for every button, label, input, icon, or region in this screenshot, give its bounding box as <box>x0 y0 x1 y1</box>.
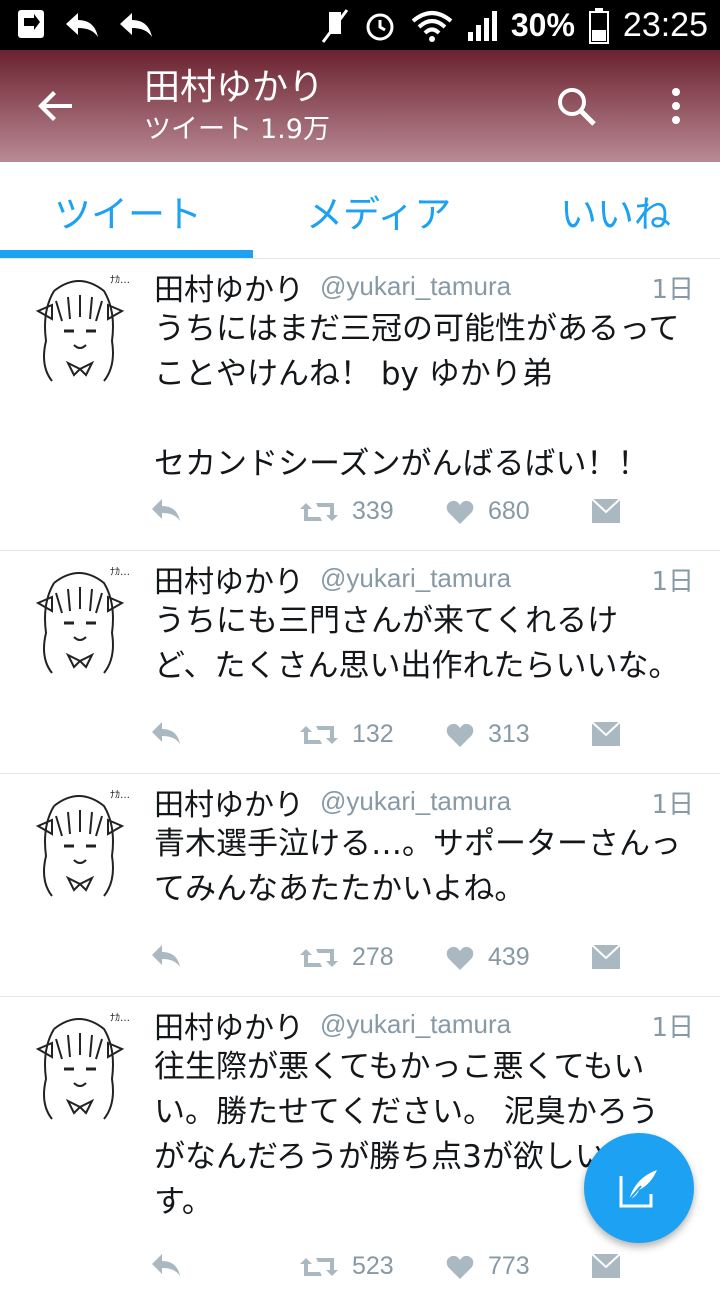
retweet-count: 523 <box>352 1252 394 1280</box>
more-vert-icon[interactable] <box>658 82 694 130</box>
reply-button[interactable] <box>150 943 182 969</box>
retweet-button[interactable]: 339 <box>300 497 394 526</box>
heart-icon <box>446 946 474 970</box>
like-count: 313 <box>488 720 530 748</box>
tab-tweets[interactable]: ツイート <box>54 184 202 238</box>
app-bar: 田村ゆかり ツイート 1.9万 <box>0 50 720 162</box>
retweet-count: 132 <box>352 720 394 748</box>
tweet-author-handle[interactable]: @yukari_tamura <box>320 271 511 302</box>
retweet-count: 278 <box>352 943 394 971</box>
reply-button[interactable] <box>150 720 182 746</box>
reply-button[interactable] <box>150 497 182 523</box>
tweet-text: 青木選手泣ける…。サポーターさんっ てみんなあたたかいよね。 <box>154 826 681 907</box>
battery-icon <box>588 7 609 44</box>
tweet-text: うちにも三門さんが来てくれるけ ど、たくさん思い出作れたらいいな。 <box>154 603 680 684</box>
tweet-count-label: ツイート <box>144 114 252 145</box>
tab-bar: ツイート メディア いいね <box>0 162 720 259</box>
avatar[interactable]: ﾅｶ… <box>24 786 134 906</box>
compose-button[interactable] <box>584 1133 694 1243</box>
like-button[interactable]: 680 <box>446 497 530 526</box>
message-button[interactable] <box>590 1252 622 1280</box>
like-count: 680 <box>488 497 530 525</box>
clock: 23:25 <box>622 6 708 44</box>
retweet-button[interactable]: 278 <box>300 943 394 972</box>
tweet-count-value: 1.9万 <box>260 114 330 145</box>
heart-icon <box>446 1255 474 1279</box>
tweet-author-handle[interactable]: @yukari_tamura <box>320 786 511 817</box>
heart-icon <box>446 723 474 747</box>
tweet-author-name[interactable]: 田村ゆかり <box>154 265 304 309</box>
message-icon <box>591 944 621 969</box>
mute-icon <box>321 8 349 43</box>
tab-media[interactable]: メディア <box>306 184 451 238</box>
reply-icon <box>152 945 180 967</box>
svg-text:ﾅｶ…: ﾅｶ… <box>110 274 130 286</box>
retweet-icon <box>300 502 338 521</box>
tab-likes[interactable]: いいね <box>560 184 671 238</box>
tweet-item[interactable]: ﾅｶ… 田村ゆかり @yukari_tamura 1日 青木選手泣ける…。サポー… <box>0 774 720 997</box>
message-button[interactable] <box>590 497 622 525</box>
tweet-actions: 339 680 <box>150 497 630 537</box>
tweet-time: 1日 <box>651 567 694 597</box>
compose-icon <box>619 1170 657 1208</box>
message-icon <box>591 721 621 746</box>
retweet-icon <box>300 948 338 967</box>
tweet-item[interactable]: ﾅｶ… 田村ゆかり @yukari_tamura 1日 うちにも三門さんが来てく… <box>0 551 720 774</box>
reply-icon <box>152 1254 180 1276</box>
like-button[interactable]: 773 <box>446 1252 530 1281</box>
svg-text:ﾅｶ…: ﾅｶ… <box>110 566 130 578</box>
message-button[interactable] <box>590 720 622 748</box>
avatar[interactable]: ﾅｶ… <box>24 271 134 391</box>
tweet-author-name[interactable]: 田村ゆかり <box>154 557 304 601</box>
search-icon[interactable] <box>554 84 598 128</box>
tweet-author-name[interactable]: 田村ゆかり <box>154 1003 304 1047</box>
status-bar: 30% 23:25 <box>0 0 720 50</box>
tweet-author-handle[interactable]: @yukari_tamura <box>320 1009 511 1040</box>
tweet-count: ツイート 1.9万 <box>144 114 330 146</box>
tweet-item[interactable]: ﾅｶ… 田村ゆかり @yukari_tamura 1日 うちにはまだ三冠の可能性… <box>0 259 720 551</box>
active-tab-indicator <box>0 250 253 258</box>
like-count: 773 <box>488 1252 530 1280</box>
tweet-item[interactable]: ﾅｶ… 田村ゆかり @yukari_tamura 1日 往生際が悪くてもかっこ悪… <box>0 997 720 1280</box>
tweet-time: 1日 <box>651 275 694 305</box>
heart-icon <box>446 500 474 524</box>
tweet-text: うちにはまだ三冠の可能性があるって ことやけんね！ by ゆかり弟 セカンドシー… <box>154 311 680 482</box>
retweet-button[interactable]: 523 <box>300 1252 394 1281</box>
tweet-actions: 132 313 <box>150 720 630 760</box>
reply-button[interactable] <box>150 1252 182 1278</box>
tweet-time: 1日 <box>651 1013 694 1043</box>
reply-all-icon <box>66 13 98 37</box>
alarm-icon <box>366 13 394 40</box>
tweet-time: 1日 <box>651 790 694 820</box>
retweet-button[interactable]: 132 <box>300 720 394 749</box>
message-icon <box>591 1253 621 1278</box>
message-icon <box>591 498 621 523</box>
wifi-icon <box>411 10 453 42</box>
tweet-author-handle[interactable]: @yukari_tamura <box>320 563 511 594</box>
message-button[interactable] <box>590 943 622 971</box>
retweet-icon <box>300 1257 338 1276</box>
retweet-icon <box>300 725 338 744</box>
like-button[interactable]: 439 <box>446 943 530 972</box>
tweet-actions: 278 439 <box>150 943 630 983</box>
svg-text:ﾅｶ…: ﾅｶ… <box>110 1012 130 1024</box>
tweet-author-name[interactable]: 田村ゆかり <box>154 780 304 824</box>
like-button[interactable]: 313 <box>446 720 530 749</box>
retweet-count: 339 <box>352 497 394 525</box>
signal-icon <box>467 10 497 41</box>
battery-percent: 30% <box>510 7 575 43</box>
reply-icon-status <box>120 13 152 37</box>
avatar[interactable]: ﾅｶ… <box>24 1009 134 1129</box>
avatar[interactable]: ﾅｶ… <box>24 563 134 683</box>
reply-icon <box>152 722 180 744</box>
reply-icon <box>152 499 180 521</box>
screen-icon <box>18 10 44 38</box>
svg-text:ﾅｶ…: ﾅｶ… <box>110 789 130 801</box>
like-count: 439 <box>488 943 530 971</box>
page-title: 田村ゆかり <box>144 67 325 108</box>
back-arrow-icon[interactable] <box>32 82 80 130</box>
tweet-actions: 523 773 <box>150 1252 630 1292</box>
